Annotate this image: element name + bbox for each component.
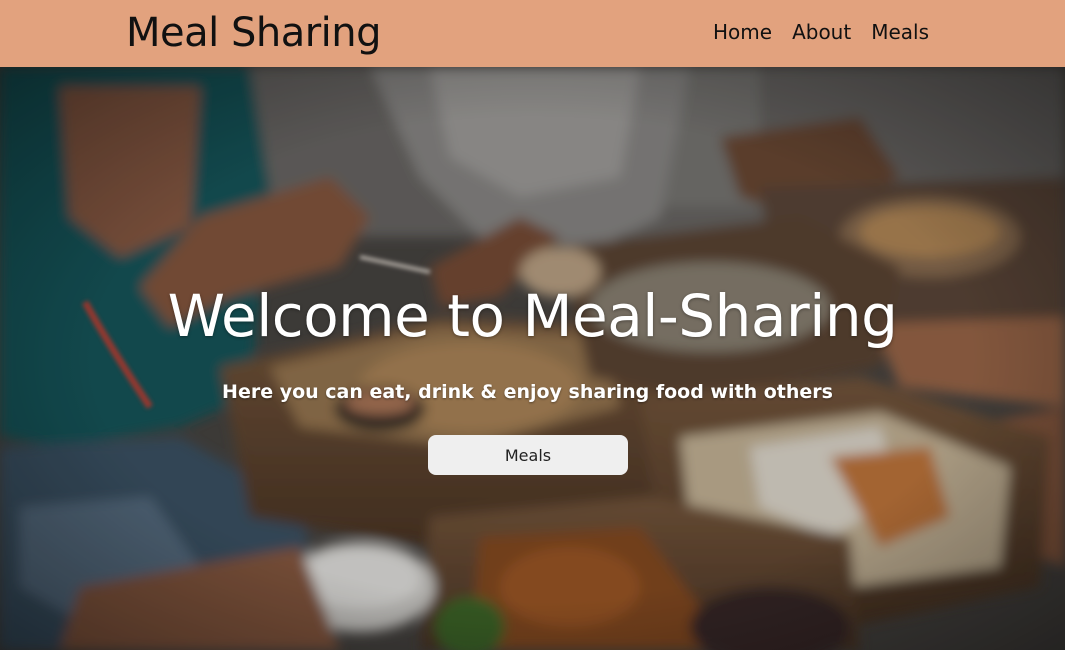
nav-link-about[interactable]: About [792, 19, 851, 45]
brand-logo-text[interactable]: Meal Sharing [126, 9, 382, 57]
hero-content: Welcome to Meal-Sharing Here you can eat… [0, 67, 1065, 650]
nav-links: Home About Meals [713, 19, 929, 45]
hero-section: Welcome to Meal-Sharing Here you can eat… [0, 67, 1065, 650]
hero-subtitle: Here you can eat, drink & enjoy sharing … [222, 381, 833, 403]
navbar: Meal Sharing Home About Meals [0, 0, 1065, 67]
hero-title: Welcome to Meal-Sharing [167, 282, 898, 350]
meals-button[interactable]: Meals [428, 435, 628, 475]
nav-link-home[interactable]: Home [713, 19, 772, 45]
nav-link-meals[interactable]: Meals [871, 19, 929, 45]
